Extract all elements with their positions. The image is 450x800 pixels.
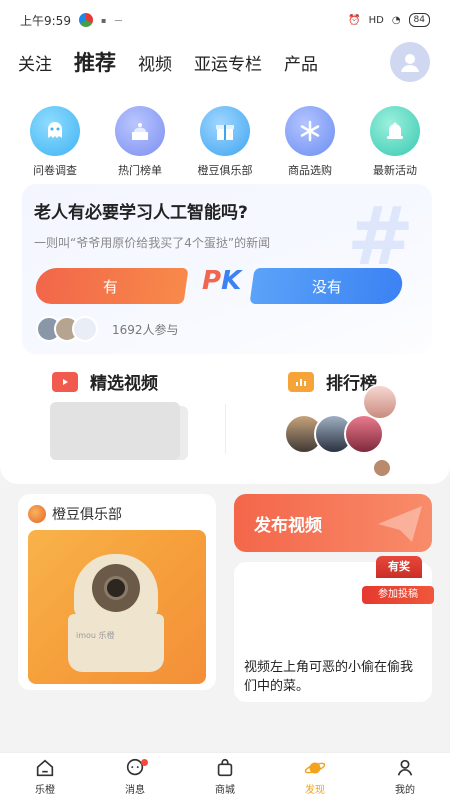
notification-leaf-icon: ⁓	[114, 15, 123, 25]
orange-bean-icon	[28, 505, 46, 523]
user-avatar-icon	[401, 54, 419, 72]
pk-question: 老人有必要学习人工智能吗?	[34, 203, 248, 223]
quick-item-label: 橙豆俱乐部	[197, 164, 253, 177]
bar-chart-icon	[288, 371, 314, 392]
quick-entry-row: 问卷调查 热门榜单 橙豆俱乐部 商品选购 最新活动	[20, 106, 430, 178]
pk-no-label: 没有	[311, 277, 342, 296]
planet-icon	[304, 762, 326, 774]
quick-item-label: 问卷调查	[33, 164, 77, 177]
tab-products[interactable]: 产品	[284, 50, 318, 75]
ghost-icon	[30, 106, 80, 156]
paper-plane-icon	[378, 506, 422, 542]
tab-asian-games[interactable]: 亚运专栏	[194, 50, 262, 75]
wifi-icon: ◔	[391, 14, 401, 26]
battery-indicator: 84	[408, 13, 430, 27]
bottom-nav-label: 我的	[395, 785, 415, 796]
pk-debate-card[interactable]: # 老人有必要学习人工智能吗? 一则叫“爷爷用原价给我买了4个蛋挞”的新闻 有 …	[22, 184, 432, 354]
quick-item-club[interactable]: 橙豆俱乐部	[190, 106, 260, 178]
play-icon	[52, 371, 78, 392]
tab-video[interactable]: 视频	[138, 50, 172, 75]
camera-product-image: imou 乐橙	[68, 554, 164, 672]
pk-yes-button[interactable]: 有	[33, 268, 189, 304]
pk-no-button[interactable]: 没有	[249, 268, 405, 304]
pk-vs-logo: PK	[202, 266, 242, 296]
snowflake-icon	[285, 106, 335, 156]
shopping-bag-icon	[217, 758, 233, 777]
pk-subtitle: 一则叫“爷爷用原价给我买了4个蛋挞”的新闻	[34, 236, 271, 250]
participant-avatar	[72, 316, 98, 342]
avatar[interactable]	[390, 42, 430, 82]
home-icon	[36, 759, 54, 777]
video-caption: 视频左上角可恶的小偷在偷我们中的菜。	[244, 660, 414, 694]
bottom-nav-label: 商城	[215, 785, 235, 796]
quick-item-shopping[interactable]: 商品选购	[275, 106, 345, 178]
quick-item-label: 商品选购	[288, 164, 332, 177]
alarm-icon: ⏰	[348, 14, 361, 26]
bottom-nav-label: 发现	[305, 785, 325, 796]
club-title: 橙豆俱乐部	[52, 507, 122, 523]
product-poster[interactable]: imou 乐橙	[28, 530, 206, 684]
featured-videos-header[interactable]: 精选视频	[52, 369, 158, 394]
featured-videos-title: 精选视频	[90, 374, 158, 394]
notification-dot-icon: ▪	[100, 15, 107, 25]
quick-item-activities[interactable]: 最新活动	[360, 106, 430, 178]
bottom-nav-home[interactable]: 乐橙	[0, 753, 90, 800]
app-notification-icon	[78, 13, 93, 27]
person-icon	[397, 759, 413, 776]
ranking-avatar[interactable]	[372, 458, 392, 478]
bottom-nav-label: 消息	[125, 785, 145, 796]
bottom-nav-shop[interactable]: 商城	[180, 753, 270, 800]
quick-item-survey[interactable]: 问卷调查	[20, 106, 90, 178]
bottom-nav: 乐橙 消息 商城 发现 我的	[0, 752, 450, 800]
ranking-avatar[interactable]	[362, 384, 398, 420]
top-tab-bar: 关注 推荐 视频 亚运专栏 产品	[0, 40, 450, 84]
ranking-avatar[interactable]	[344, 414, 384, 454]
unread-dot	[141, 759, 148, 766]
quick-item-label: 热门榜单	[118, 164, 162, 177]
club-card[interactable]: 橙豆俱乐部 imou 乐橙	[18, 494, 216, 690]
publish-video-button[interactable]: 发布视频	[234, 494, 432, 552]
bottom-nav-messages[interactable]: 消息	[90, 753, 180, 800]
camera-brand: imou 乐橙	[76, 631, 115, 640]
video-thumbnail[interactable]	[50, 402, 180, 460]
quick-item-label: 最新活动	[373, 164, 417, 177]
prize-badge: 有奖	[376, 556, 422, 578]
ranking-header[interactable]: 排行榜	[288, 369, 377, 394]
prize-promo[interactable]: 有奖 参加投稿	[362, 556, 434, 612]
tab-follow[interactable]: 关注	[18, 50, 52, 75]
pk-yes-label: 有	[103, 277, 119, 296]
prize-submission-card[interactable]: 有奖 参加投稿 视频左上角可恶的小偷在偷我们中的菜。	[234, 556, 434, 702]
bell-icon	[370, 106, 420, 156]
network-label: HD	[368, 14, 384, 26]
quick-item-hot-list[interactable]: 热门榜单	[105, 106, 175, 178]
status-time: 上午9:59	[20, 13, 71, 28]
bottom-nav-discover[interactable]: 发现	[270, 753, 360, 800]
publish-video-label: 发布视频	[254, 515, 322, 536]
join-submission-button[interactable]: 参加投稿	[362, 586, 434, 604]
participant-count: 1692人参与	[112, 322, 179, 337]
cake-icon	[115, 106, 165, 156]
bottom-nav-profile[interactable]: 我的	[360, 753, 450, 800]
status-bar: 上午9:59 ▪ ⁓ ⏰ HD ◔ 84	[0, 0, 450, 40]
bottom-nav-label: 乐橙	[35, 785, 55, 796]
gift-icon	[200, 106, 250, 156]
discover-card: 问卷调查 热门榜单 橙豆俱乐部 商品选购 最新活动 # 老人有必要学习人工智能吗…	[0, 84, 450, 484]
tab-recommend[interactable]: 推荐	[74, 47, 116, 77]
participants: 1692人参与	[36, 316, 179, 342]
